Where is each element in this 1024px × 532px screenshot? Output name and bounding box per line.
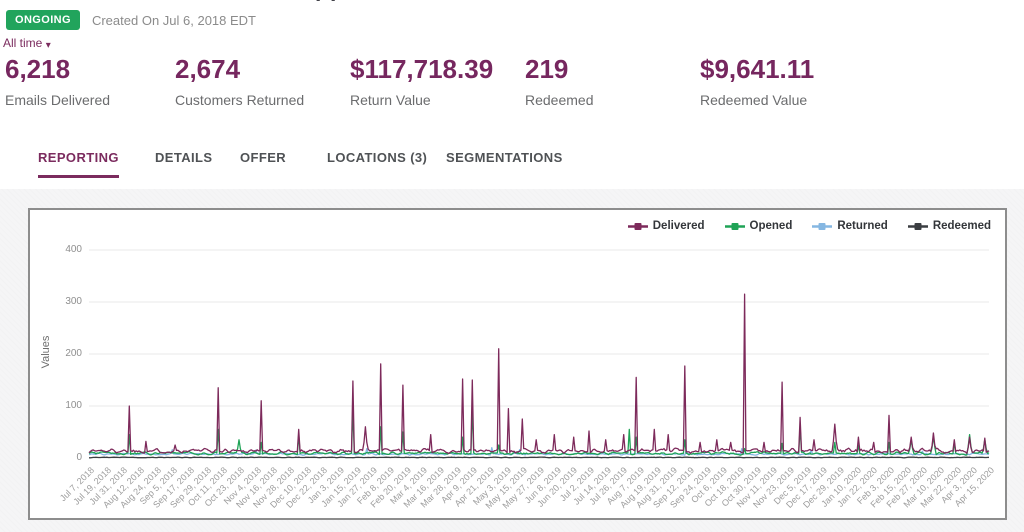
kpi-value: 219	[525, 54, 594, 85]
tab-details[interactable]: DETAILS	[155, 150, 212, 175]
tab-reporting[interactable]: REPORTING	[38, 150, 119, 178]
tab-offer[interactable]: OFFER	[240, 150, 286, 175]
kpi-redeemed-value: $9,641.11 Redeemed Value	[700, 54, 814, 108]
time-filter-label: All time	[3, 36, 42, 50]
kpi-label: Customers Returned	[175, 92, 304, 108]
chevron-down-icon: ▾	[46, 40, 51, 51]
kpi-customers-returned: 2,674 Customers Returned	[175, 54, 304, 108]
time-series-chart	[30, 210, 1005, 518]
reporting-chart-card: DeliveredOpenedReturnedRedeemed Values 0…	[28, 208, 1007, 520]
tab-bar: REPORTING DETAILS OFFER LOCATIONS (3) SE…	[0, 148, 1024, 180]
cropped-page-title: pp	[315, 0, 375, 4]
kpi-return-value: $117,718.39 Return Value	[350, 54, 493, 108]
kpi-row: 6,218 Emails Delivered 2,674 Customers R…	[0, 54, 1024, 114]
kpi-value: $117,718.39	[350, 54, 493, 85]
tab-segmentations[interactable]: SEGMENTATIONS	[446, 150, 563, 175]
campaign-header: ONGOING Created On Jul 6, 2018 EDT	[6, 10, 256, 30]
tab-locations[interactable]: LOCATIONS (3)	[327, 150, 427, 175]
kpi-label: Return Value	[350, 92, 493, 108]
kpi-redeemed: 219 Redeemed	[525, 54, 594, 108]
kpi-value: 6,218	[5, 54, 110, 85]
status-badge: ONGOING	[6, 10, 80, 30]
kpi-value: 2,674	[175, 54, 304, 85]
kpi-label: Emails Delivered	[5, 92, 110, 108]
kpi-emails-delivered: 6,218 Emails Delivered	[5, 54, 110, 108]
kpi-label: Redeemed Value	[700, 92, 814, 108]
kpi-value: $9,641.11	[700, 54, 814, 85]
time-filter-dropdown[interactable]: All time ▾	[3, 36, 51, 50]
created-on-text: Created On Jul 6, 2018 EDT	[92, 13, 256, 28]
kpi-label: Redeemed	[525, 92, 594, 108]
